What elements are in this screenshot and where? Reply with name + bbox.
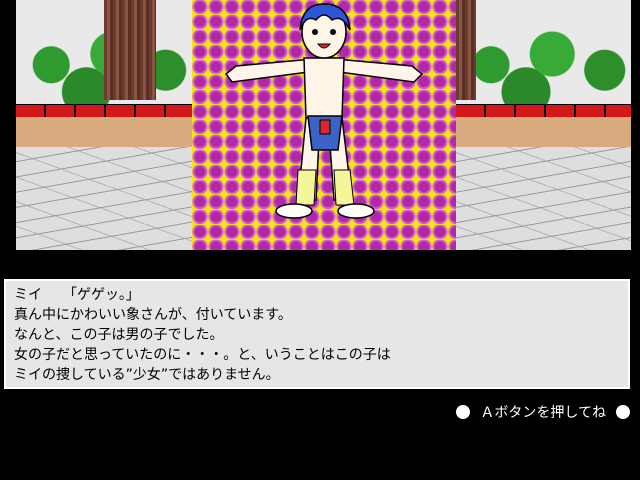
game-scene (16, 0, 631, 250)
dirt-path (456, 117, 631, 147)
dirt-path (16, 117, 192, 147)
circle-icon (456, 405, 471, 419)
dialogue-line: ミイ 「ゲゲッ。」 (14, 287, 140, 303)
background-right (456, 0, 631, 250)
character-portrait (192, 0, 456, 250)
stone-ground (16, 147, 192, 250)
dialogue-line: ミイの捜している”少女”ではありません。 (14, 367, 280, 383)
dialogue-box: ミイ 「ゲゲッ。」 真ん中にかわいい象さんが、付いています。 なんと、この子は男… (4, 279, 630, 389)
brick-wall (16, 104, 192, 118)
circle-icon (616, 405, 630, 419)
continue-prompt[interactable]: Ａボタンを押してね (456, 402, 630, 422)
tree-trunk (456, 0, 476, 100)
continue-prompt-label: Ａボタンを押してね (480, 405, 606, 421)
brick-wall (456, 104, 631, 118)
tree-trunk (104, 0, 156, 100)
dialogue-line: なんと、この子は男の子でした。 (14, 327, 224, 343)
dialogue-line: 真ん中にかわいい象さんが、付いています。 (14, 307, 292, 323)
background-left (16, 0, 192, 250)
character-figure (224, 3, 424, 219)
bushes (456, 0, 631, 108)
dialogue-line: 女の子だと思っていたのに・・・。と、いうことはこの子は (14, 347, 391, 363)
stone-ground (456, 147, 631, 250)
